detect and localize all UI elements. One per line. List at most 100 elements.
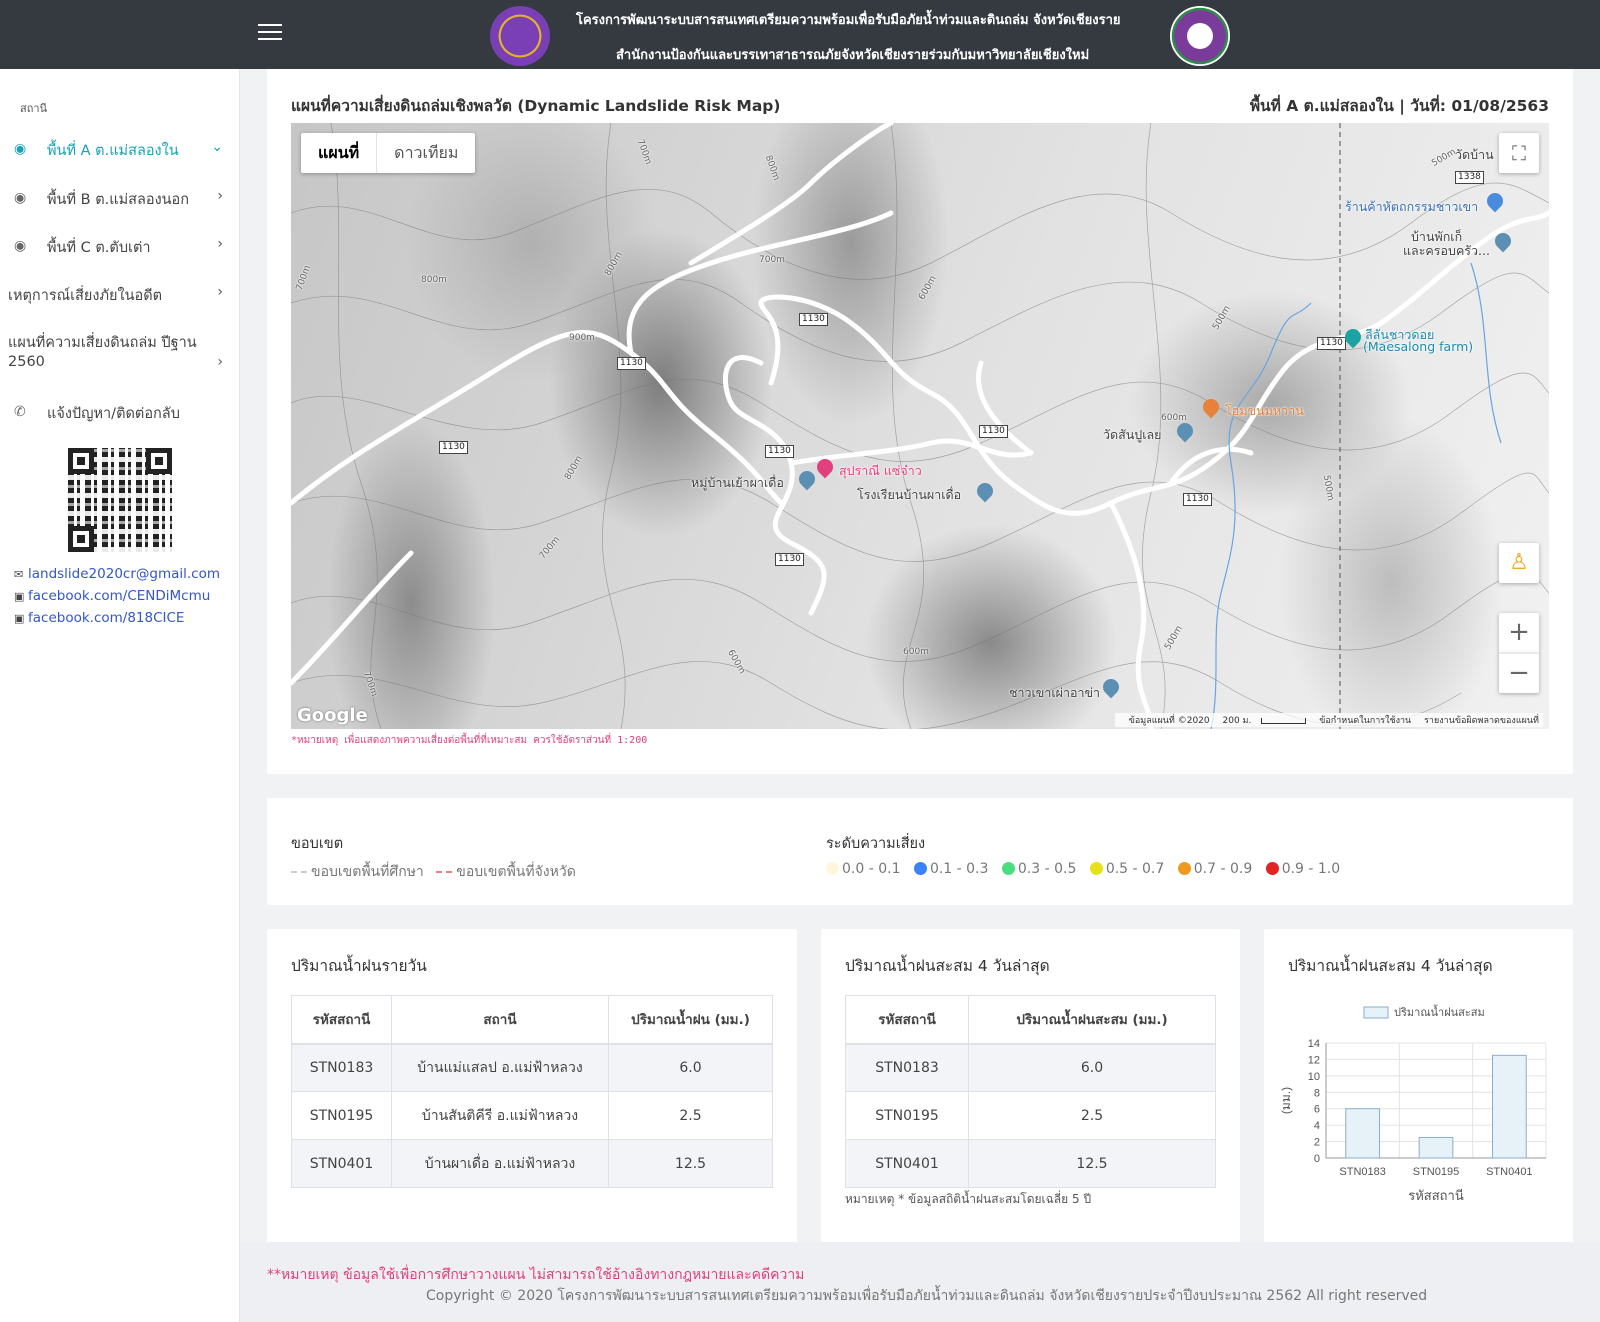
map-data-credit: ข้อมูลแผนที่ ©2020 [1128,716,1210,726]
risk-label: 0.7 - 0.9 [1193,861,1253,877]
bar [1345,1108,1381,1159]
dashed-line-icon [291,871,307,873]
contact-facebook-link-2[interactable]: ▣ facebook.com/818CICE [14,610,184,626]
road-shield: 1130 [775,553,804,566]
bar [1491,1054,1527,1159]
sidebar-item-risk-map-2560[interactable]: แผนที่ความเสี่ยงดินถล่ม ปีฐาน 2560 › [8,331,223,375]
y-tick-label: 8 [1314,1087,1320,1099]
road-shield: 1130 [617,357,646,370]
map-scale-note: *หมายเหตุ เพื่อแสดงภาพความเสี่ยงต่อพื้นท… [291,735,648,746]
map-area-date: พื้นที่ A ต.แม่สลองใน | วันที่: 01/08/25… [1249,97,1549,115]
map-type-tabs: แผนที่ ดาวเทียม [301,133,476,173]
legend-card: ขอบเขต ขอบเขตพื้นที่ศึกษา ขอบเขตพื้นที่จ… [267,798,1573,905]
risk-dot-icon [1265,862,1279,875]
sidebar-heading: สถานี [20,102,48,115]
legend-label: ปริมาณน้ำฝนสะสม [1394,1004,1485,1019]
table-cell: 12.5 [968,1139,1216,1188]
footer-copyright: Copyright © 2020 โครงการพัฒนาระบบสารสนเท… [426,1288,1428,1304]
chevron-right-icon: › [217,284,223,300]
map-scale: 200 ม. [1223,716,1307,726]
chart-card-title: ปริมาณน้ำฝนสะสม 4 วันล่าสุด [1288,957,1493,975]
boundary-label: ขอบเขตพื้นที่ศึกษา [311,864,424,880]
fullscreen-icon[interactable]: ⛶ [1499,133,1539,173]
column-header: ปริมาณน้ำฝน (มม.) [608,995,773,1045]
risk-level-item: 0.0 - 0.1 [826,861,900,877]
table-header-row: รหัสสถานี สถานี ปริมาณน้ำฝน (มม.) [291,995,773,1045]
zoom-in-button[interactable]: + [1499,613,1539,653]
contact-email-link[interactable]: ✉ landslide2020cr@gmail.com [14,566,220,582]
sidebar-item-label: เหตุการณ์เสี่ยงภัยในอดีต [8,288,163,304]
risk-dot-icon [1001,862,1015,875]
road-shield: 1130 [799,313,828,326]
map-scale-label: 200 ม. [1222,716,1252,726]
table-cell: STN0401 [845,1139,969,1188]
table-row: STN0183 บ้านแม่แสลป อ.แม่ฟ้าหลวง 6.0 [291,1043,773,1092]
sidebar-item-label-line2: 2560 [8,354,45,370]
chevron-right-icon: › [217,354,223,370]
place-label: สุปราณี แซ่จ๋าว [839,463,922,478]
accum-rain-table: รหัสสถานี ปริมาณน้ำฝนสะสม (มม.) STN0183 … [845,995,1216,1188]
y-tick-label: 6 [1314,1104,1320,1116]
column-header: ปริมาณน้ำฝนสะสม (มม.) [968,995,1216,1045]
sidebar-item-label: พื้นที่ A ต.แม่สลองใน [47,143,179,159]
hamburger-menu-icon[interactable] [258,24,282,44]
contour-label: 900m [569,333,595,343]
map-pin-icon: ◉ [14,238,27,254]
sidebar-item-area-c[interactable]: ◉ พื้นที่ C ต.ตับเต่า › [8,236,223,256]
risk-legend-title: ระดับความเสี่ยง [826,836,926,852]
envelope-icon: ✉ [14,568,24,581]
accum-rain-title: ปริมาณน้ำฝนสะสม 4 วันล่าสุด [845,957,1050,975]
map-report-link[interactable]: รายงานข้อผิดพลาดของแผนที่ [1424,716,1539,726]
column-header: รหัสสถานี [845,995,969,1045]
table-row: STN0183 6.0 [845,1043,1216,1092]
sidebar-item-area-a[interactable]: ◉ พื้นที่ A ต.แม่สลองใน ⌄ [8,139,223,159]
footer-disclaimer: **หมายเหตุ ข้อมูลใช้เพื่อการศึกษาวางแผน … [267,1267,805,1283]
qr-code-image [68,448,172,552]
x-tick-label: STN0183 [1339,1166,1385,1178]
contact-email-text: landslide2020cr@gmail.com [28,566,221,582]
brand-area [0,0,240,69]
risk-map[interactable]: 700m 800m 800m 900m 700m 800m 700m 600m … [291,123,1549,729]
contact-facebook-link-1[interactable]: ▣ facebook.com/CENDiMcmu [14,588,210,604]
risk-label: 0.1 - 0.3 [929,861,989,877]
table-cell: บ้านสันติคีรี อ.แม่ฟ้าหลวง [391,1091,609,1140]
contact-facebook-text: facebook.com/818CICE [28,610,185,626]
map-card: แผนที่ความเสี่ยงดินถล่มเชิงพลวัต (Dynami… [267,69,1573,774]
place-label: และครอบครัว... [1403,243,1490,258]
table-cell: 2.5 [968,1091,1216,1140]
boundary-study-item: ขอบเขตพื้นที่ศึกษา [291,864,424,880]
accum-rain-bar-chart: ปริมาณน้ำฝนสะสม 0 2 4 6 8 10 12 14 STN0183 STN0195… [1279,1004,1547,1203]
zoom-out-button[interactable]: − [1499,653,1539,693]
risk-legend: 0.0 - 0.1 0.1 - 0.3 0.3 - 0.5 0.5 - 0.7 … [826,861,1349,877]
risk-dot-icon [1089,862,1103,875]
sidebar-item-area-b[interactable]: ◉ พื้นที่ B ต.แม่สลองนอก › [8,188,223,208]
y-tick-label: 2 [1314,1137,1320,1149]
sidebar-item-label: พื้นที่ C ต.ตับเต่า [47,240,151,256]
accum-rain-chart-card: ปริมาณน้ำฝนสะสม 4 วันล่าสุด ปริมาณน้ำฝนส… [1264,929,1573,1242]
tab-satellite[interactable]: ดาวเทียม [377,133,475,173]
road-shield: 1130 [979,425,1008,438]
y-tick-label: 0 [1314,1153,1320,1165]
road-shield: 1130 [1183,493,1212,506]
map-terms-link[interactable]: ข้อกำหนดในการใช้งาน [1319,716,1411,726]
sidebar-item-past-events[interactable]: เหตุการณ์เสี่ยงภัยในอดีต › [8,284,223,304]
street-view-pegman-icon[interactable]: ♙ [1499,543,1539,583]
table-cell: 6.0 [608,1043,773,1092]
sidebar-item-label: พื้นที่ B ต.แม่สลองนอก [47,192,190,208]
column-header: รหัสสถานี [291,995,392,1045]
daily-rain-table: รหัสสถานี สถานี ปริมาณน้ำฝน (มม.) STN018… [291,995,773,1188]
tab-map[interactable]: แผนที่ [301,133,378,173]
x-axis-title: รหัสสถานี [1408,1188,1464,1203]
table-cell: 6.0 [968,1043,1216,1092]
map-pin-icon: ◉ [14,141,27,157]
y-tick-label: 10 [1308,1071,1320,1083]
table-cell: STN0195 [845,1091,969,1140]
sidebar-item-contact[interactable]: ✆ แจ้งปัญหา/ติดต่อกลับ [8,402,223,422]
road-shield: 1338 [1455,171,1484,184]
map-pin-icon: ◉ [14,190,27,206]
x-tick-label: STN0401 [1486,1166,1532,1178]
x-tick-label: STN0195 [1413,1166,1459,1178]
risk-level-item: 0.1 - 0.3 [913,861,989,877]
legend-swatch [1363,1006,1389,1019]
place-label: วัดบ้าน [1455,147,1494,162]
